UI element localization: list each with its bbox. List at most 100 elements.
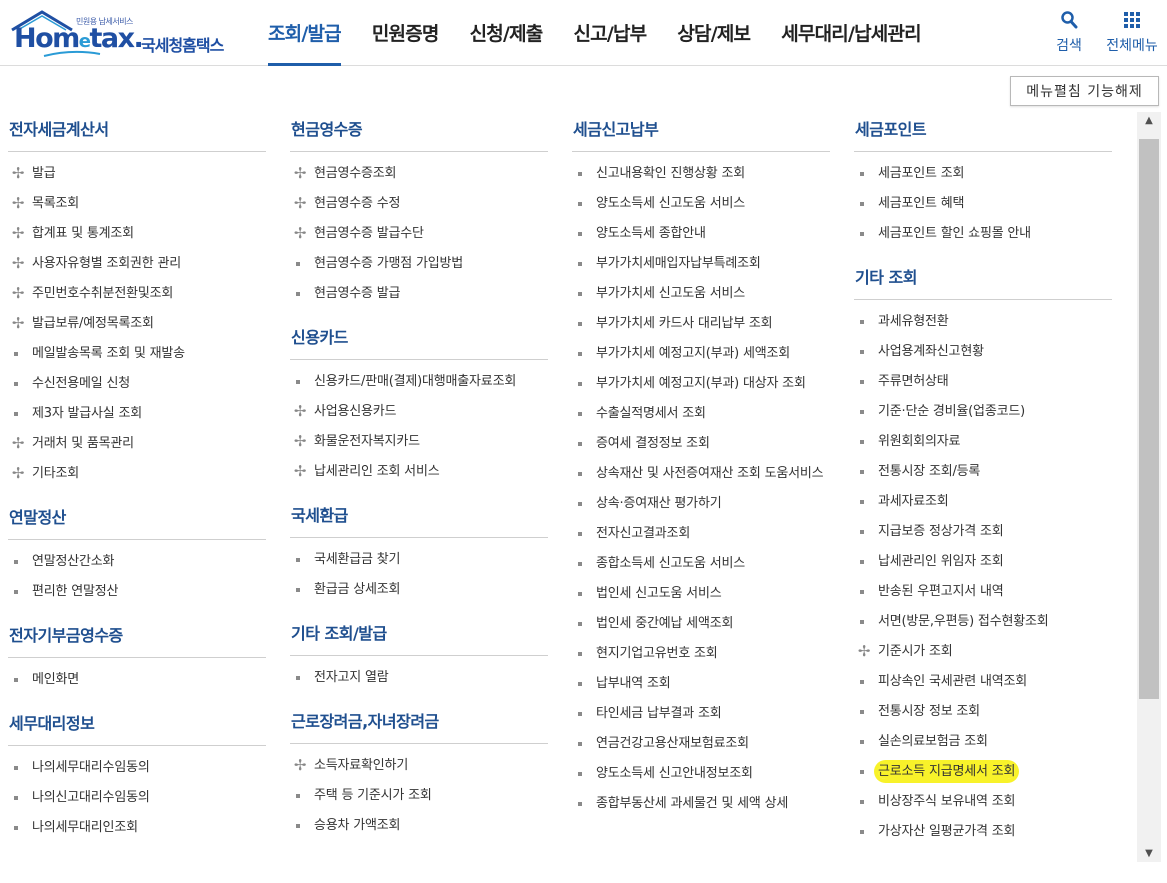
menu-item[interactable]: 세금포인트 혜택 — [854, 188, 1112, 218]
menu-item[interactable]: 과세자료조회 — [854, 486, 1112, 516]
gnb-tab-1[interactable]: 조회/발급 — [268, 0, 342, 66]
section-title[interactable]: 근로장려금,자녀장려금 — [290, 704, 548, 744]
menu-item[interactable]: 양도소득세 신고도움 서비스 — [572, 188, 830, 218]
menu-item[interactable]: 위원회회의자료 — [854, 426, 1112, 456]
menu-item[interactable]: 법인세 중간예납 세액조회 — [572, 608, 830, 638]
menu-item[interactable]: ✢ 합계표 및 통계조회 — [8, 218, 266, 248]
menu-item[interactable]: ✢ 목록조회 — [8, 188, 266, 218]
menu-item[interactable]: 연금건강고용산재보험료조회 — [572, 728, 830, 758]
section-title[interactable]: 국세환급 — [290, 498, 548, 538]
menu-item[interactable]: ✢ 사업용신용카드 — [290, 396, 548, 426]
menu-item[interactable]: 증여세 결정정보 조회 — [572, 428, 830, 458]
menu-item[interactable]: 전통시장 정보 조회 — [854, 696, 1112, 726]
menu-item[interactable]: 세금포인트 할인 쇼핑몰 안내 — [854, 218, 1112, 248]
section-title[interactable]: 현금영수증 — [290, 112, 548, 152]
menu-item[interactable]: 승용차 가액조회 — [290, 810, 548, 840]
gnb-tab-2[interactable]: 민원증명 — [372, 0, 440, 66]
menu-item[interactable]: 부가가치세 예정고지(부과) 세액조회 — [572, 338, 830, 368]
menu-item[interactable]: 실손의료보험금 조회 — [854, 726, 1112, 756]
menu-item[interactable]: ✢ 납세관리인 조회 서비스 — [290, 456, 548, 486]
menu-item[interactable]: 상속재산 및 사전증여재산 조회 도움서비스 — [572, 458, 830, 488]
menu-item[interactable]: 연말정산간소화 — [8, 546, 266, 576]
menu-item[interactable]: 수출실적명세서 조회 — [572, 398, 830, 428]
menu-item[interactable]: 메일발송목록 조회 및 재발송 — [8, 338, 266, 368]
menu-item[interactable]: ✢ 현금영수증 발급수단 — [290, 218, 548, 248]
menu-expand-toggle-button[interactable]: 메뉴펼침 기능해제 — [1010, 76, 1159, 106]
menu-item[interactable]: 국세환급금 찾기 — [290, 544, 548, 574]
menu-item[interactable]: 현금영수증 가맹점 가입방법 — [290, 248, 548, 278]
menu-item[interactable]: ✢ 현금영수증 수정 — [290, 188, 548, 218]
menu-item[interactable]: ✢ 거래처 및 품목관리 — [8, 428, 266, 458]
menu-item[interactable]: ✢ 주민번호수취분전환및조회 — [8, 278, 266, 308]
menu-item[interactable]: 세금포인트 조회 — [854, 158, 1112, 188]
menu-item[interactable]: 주택 등 기준시가 조회 — [290, 780, 548, 810]
menu-item[interactable]: 나의세무대리인조회 — [8, 812, 266, 842]
menu-item[interactable]: 타인세금 납부결과 조회 — [572, 698, 830, 728]
menu-item[interactable]: 양도소득세 종합안내 — [572, 218, 830, 248]
menu-item[interactable]: 서면(방문,우편등) 접수현황조회 — [854, 606, 1112, 636]
menu-item[interactable]: 수신전용메일 신청 — [8, 368, 266, 398]
section-title[interactable]: 연말정산 — [8, 500, 266, 540]
menu-item[interactable]: 법인세 신고도움 서비스 — [572, 578, 830, 608]
menu-item-highlighted[interactable]: 근로소득 지급명세서 조회 — [854, 756, 1112, 786]
menu-item[interactable]: 주류면허상태 — [854, 366, 1112, 396]
menu-item[interactable]: ✢ 소득자료확인하기 — [290, 750, 548, 780]
menu-item[interactable]: 신고내용확인 진행상황 조회 — [572, 158, 830, 188]
menu-item[interactable]: 현지기업고유번호 조회 — [572, 638, 830, 668]
menu-item[interactable]: 편리한 연말정산 — [8, 576, 266, 606]
section-title[interactable]: 세금포인트 — [854, 112, 1112, 152]
menu-item[interactable]: 전통시장 조회/등록 — [854, 456, 1112, 486]
menu-item[interactable]: 비상장주식 보유내역 조회 — [854, 786, 1112, 816]
section-title[interactable]: 세금신고납부 — [572, 112, 830, 152]
search-button[interactable]: 검색 — [1050, 10, 1088, 55]
menu-item[interactable]: ✢ 사용자유형별 조회권한 관리 — [8, 248, 266, 278]
section-title[interactable]: 전자세금계산서 — [8, 112, 266, 152]
menu-item[interactable]: 양도소득세 신고안내정보조회 — [572, 758, 830, 788]
menu-item[interactable]: ✢ 발급 — [8, 158, 266, 188]
menu-item[interactable]: ✢ 현금영수증조회 — [290, 158, 548, 188]
menu-item[interactable]: 전자신고결과조회 — [572, 518, 830, 548]
menu-item[interactable]: 환급금 상세조회 — [290, 574, 548, 604]
menu-item[interactable]: 부가가치세 카드사 대리납부 조회 — [572, 308, 830, 338]
menu-item[interactable]: ✢ 기준시가 조회 — [854, 636, 1112, 666]
section-title[interactable]: 세무대리정보 — [8, 706, 266, 746]
menu-item[interactable]: 현금영수증 발급 — [290, 278, 548, 308]
menu-item[interactable]: 사업용계좌신고현황 — [854, 336, 1112, 366]
menu-item[interactable]: 나의신고대리수임동의 — [8, 782, 266, 812]
menu-item[interactable]: 나의세무대리수임동의 — [8, 752, 266, 782]
section-title[interactable]: 기타 조회 — [854, 260, 1112, 300]
menu-item[interactable]: 신용카드/판매(결제)대행매출자료조회 — [290, 366, 548, 396]
menu-item[interactable]: 부가가치세매입자납부특례조회 — [572, 248, 830, 278]
menu-item[interactable]: ✢ 화물운전자복지카드 — [290, 426, 548, 456]
gnb-tab-4[interactable]: 신고/납부 — [573, 0, 647, 66]
menu-item[interactable]: ✢ 기타조회 — [8, 458, 266, 488]
section-title[interactable]: 전자기부금영수증 — [8, 618, 266, 658]
menu-item[interactable]: ✢ 발급보류/예정목록조회 — [8, 308, 266, 338]
menu-item[interactable]: 메인화면 — [8, 664, 266, 694]
menu-item[interactable]: 기준·단순 경비율(업종코드) — [854, 396, 1112, 426]
menu-item[interactable]: 제3자 발급사실 조회 — [8, 398, 266, 428]
scroll-up-arrow-icon[interactable]: ▲ — [1137, 112, 1161, 129]
menu-item[interactable]: 납세관리인 위임자 조회 — [854, 546, 1112, 576]
menu-item[interactable]: 종합소득세 신고도움 서비스 — [572, 548, 830, 578]
menu-item[interactable]: 가상자산 일평균가격 조회 — [854, 816, 1112, 846]
menu-item[interactable]: 부가가치세 예정고지(부과) 대상자 조회 — [572, 368, 830, 398]
gnb-tab-6[interactable]: 세무대리/납세관리 — [781, 0, 921, 66]
menu-item[interactable]: 피상속인 국세관련 내역조회 — [854, 666, 1112, 696]
menu-item[interactable]: 지급보증 정상가격 조회 — [854, 516, 1112, 546]
section-title[interactable]: 신용카드 — [290, 320, 548, 360]
gnb-tab-3[interactable]: 신청/제출 — [470, 0, 544, 66]
all-menu-button[interactable]: 전체메뉴 — [1101, 10, 1163, 55]
menu-item[interactable]: 상속·증여재산 평가하기 — [572, 488, 830, 518]
menu-item[interactable]: 반송된 우편고지서 내역 — [854, 576, 1112, 606]
menu-item[interactable]: 전자고지 열람 — [290, 662, 548, 692]
scrollbar-thumb[interactable] — [1139, 139, 1159, 699]
menu-item[interactable]: 부가가치세 신고도움 서비스 — [572, 278, 830, 308]
hometax-logo[interactable]: 민원용 납세서비스 Hometax. 국세청홈택스 — [8, 8, 238, 57]
vertical-scrollbar[interactable]: ▲ ▼ — [1137, 112, 1161, 862]
menu-item[interactable]: 과세유형전환 — [854, 306, 1112, 336]
menu-item[interactable]: 종합부동산세 과세물건 및 세액 상세 — [572, 788, 830, 818]
menu-item[interactable]: 납부내역 조회 — [572, 668, 830, 698]
scroll-down-arrow-icon[interactable]: ▼ — [1137, 845, 1161, 862]
section-title[interactable]: 기타 조회/발급 — [290, 616, 548, 656]
